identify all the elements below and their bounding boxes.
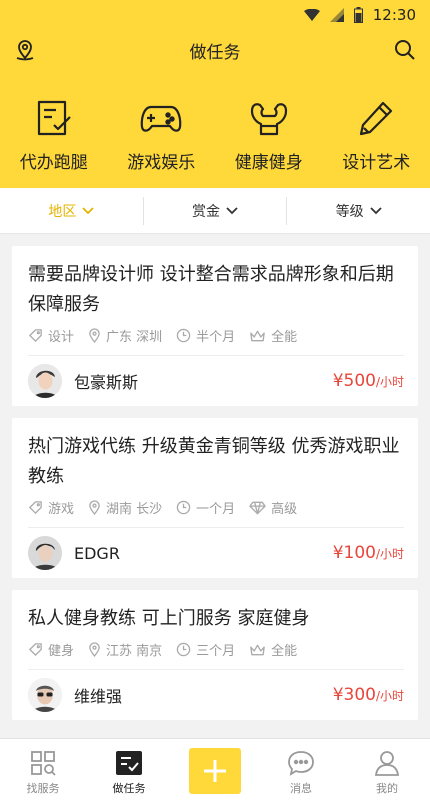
search-icon[interactable] — [392, 37, 418, 63]
tab-add[interactable] — [180, 748, 250, 796]
filter-label: 赏金 — [192, 203, 220, 220]
avatar — [28, 536, 62, 570]
task-title: 私人健身教练 可上门服务 家庭健身 — [28, 608, 310, 629]
task-level: 全能 — [249, 326, 297, 345]
filter-bar: 地区 赏金 等级 — [0, 188, 430, 234]
task-card[interactable]: 私人健身教练 可上门服务 家庭健身 健身 江苏 南京 三个月 全能 维维强 ¥3… — [12, 590, 418, 720]
grid-search-icon — [31, 751, 56, 776]
avatar — [28, 364, 62, 398]
bottom-tab-bar: 找服务 做任务 消息 我的 — [0, 738, 430, 800]
category-row: 代办跑腿 游戏娱乐 健康健身 设计艺术 — [0, 70, 430, 188]
username: 包豪斯斯 — [74, 373, 139, 392]
task-level: 全能 — [249, 640, 297, 659]
clock-icon — [176, 328, 191, 343]
category-design[interactable]: 设计艺术 — [328, 96, 424, 173]
task-location: 湖南 长沙 — [88, 498, 162, 517]
task-price: ¥500/小时 — [332, 371, 404, 391]
chat-bubble-icon — [288, 751, 314, 776]
tab-mine[interactable]: 我的 — [352, 749, 422, 796]
location-pin-icon[interactable] — [12, 37, 38, 63]
filter-level[interactable]: 等级 — [287, 197, 430, 225]
tab-label: 做任务 — [112, 782, 146, 795]
battery-icon — [353, 7, 363, 23]
task-title: 需要品牌设计师 设计整合需求品牌形象和后期保障服务 — [28, 264, 394, 315]
category-games[interactable]: 游戏娱乐 — [113, 96, 209, 173]
location-pin-icon — [89, 500, 100, 515]
task-price: ¥300/小时 — [332, 685, 404, 705]
tab-label: 消息 — [290, 782, 312, 795]
tag-icon — [28, 643, 42, 657]
category-fitness[interactable]: 健康健身 — [221, 96, 317, 173]
clock-icon — [176, 500, 191, 515]
category-label: 设计艺术 — [342, 153, 411, 173]
status-time: 12:30 — [372, 6, 416, 24]
muscle-icon — [247, 96, 291, 140]
add-button[interactable] — [189, 748, 241, 794]
filter-reward[interactable]: 赏金 — [144, 196, 288, 225]
diamond-icon — [249, 501, 266, 514]
signal-icon — [329, 8, 344, 22]
crown-icon — [250, 330, 265, 341]
tab-do-task[interactable]: 做任务 — [94, 749, 164, 796]
page-title: 做任务 — [189, 42, 241, 63]
task-location: 广东 深圳 — [88, 326, 162, 345]
location-pin-icon — [89, 642, 100, 657]
pencil-icon — [354, 96, 398, 140]
chevron-down-icon — [370, 206, 382, 214]
task-meta: 健身 江苏 南京 三个月 全能 — [28, 640, 404, 670]
status-bar: 12:30 — [0, 0, 430, 30]
filter-region[interactable]: 地区 — [0, 196, 144, 225]
tab-label: 我的 — [376, 782, 398, 795]
task-card[interactable]: 热门游戏代练 升级黄金青铜等级 优秀游戏职业教练 游戏 湖南 长沙 一个月 高级 — [12, 418, 418, 578]
task-list-icon — [116, 751, 142, 775]
clock-icon — [176, 642, 191, 657]
username: 维维强 — [74, 687, 123, 706]
task-footer: 包豪斯斯 ¥500/小时 — [28, 356, 404, 406]
task-footer: 维维强 ¥300/小时 — [28, 670, 404, 720]
filter-label: 等级 — [335, 203, 364, 220]
task-duration: 一个月 — [176, 498, 235, 517]
gamepad-icon — [139, 96, 183, 140]
category-label: 代办跑腿 — [19, 153, 88, 173]
task-card[interactable]: 需要品牌设计师 设计整合需求品牌形象和后期保障服务 设计 广东 深圳 半个月 全… — [12, 246, 418, 406]
task-title: 热门游戏代练 升级黄金青铜等级 优秀游戏职业教练 — [28, 436, 400, 487]
task-user[interactable]: 维维强 — [28, 678, 122, 712]
tab-find-service[interactable]: 找服务 — [8, 749, 78, 796]
avatar — [28, 678, 62, 712]
task-duration: 半个月 — [176, 326, 235, 345]
task-duration: 三个月 — [176, 640, 235, 659]
task-category: 设计 — [28, 326, 74, 345]
task-location: 江苏 南京 — [88, 640, 162, 659]
crown-icon — [250, 644, 265, 655]
category-label: 健康健身 — [234, 153, 303, 173]
chevron-down-icon — [226, 206, 238, 214]
task-price: ¥100/小时 — [332, 543, 404, 563]
filter-label: 地区 — [48, 203, 77, 220]
person-icon — [374, 751, 400, 776]
plus-icon — [204, 760, 226, 782]
tab-label: 找服务 — [26, 782, 60, 795]
tag-icon — [28, 501, 42, 515]
wifi-icon — [303, 9, 320, 21]
task-category: 游戏 — [28, 498, 74, 517]
task-meta: 设计 广东 深圳 半个月 全能 — [28, 326, 404, 356]
task-meta: 游戏 湖南 长沙 一个月 高级 — [28, 498, 404, 528]
task-user[interactable]: EDGR — [28, 536, 120, 570]
category-label: 游戏娱乐 — [127, 153, 196, 173]
nav-bar: 做任务 — [0, 30, 430, 70]
username: EDGR — [74, 543, 120, 563]
tab-messages[interactable]: 消息 — [266, 749, 336, 796]
tag-icon — [28, 329, 42, 343]
task-level: 高级 — [249, 498, 297, 517]
task-user[interactable]: 包豪斯斯 — [28, 364, 138, 398]
task-footer: EDGR ¥100/小时 — [28, 528, 404, 578]
task-category: 健身 — [28, 640, 74, 659]
task-list: 需要品牌设计师 设计整合需求品牌形象和后期保障服务 设计 广东 深圳 半个月 全… — [0, 234, 430, 720]
location-pin-icon — [89, 328, 100, 343]
checklist-icon — [32, 96, 76, 140]
chevron-down-icon — [82, 206, 94, 214]
category-errands[interactable]: 代办跑腿 — [6, 96, 102, 173]
